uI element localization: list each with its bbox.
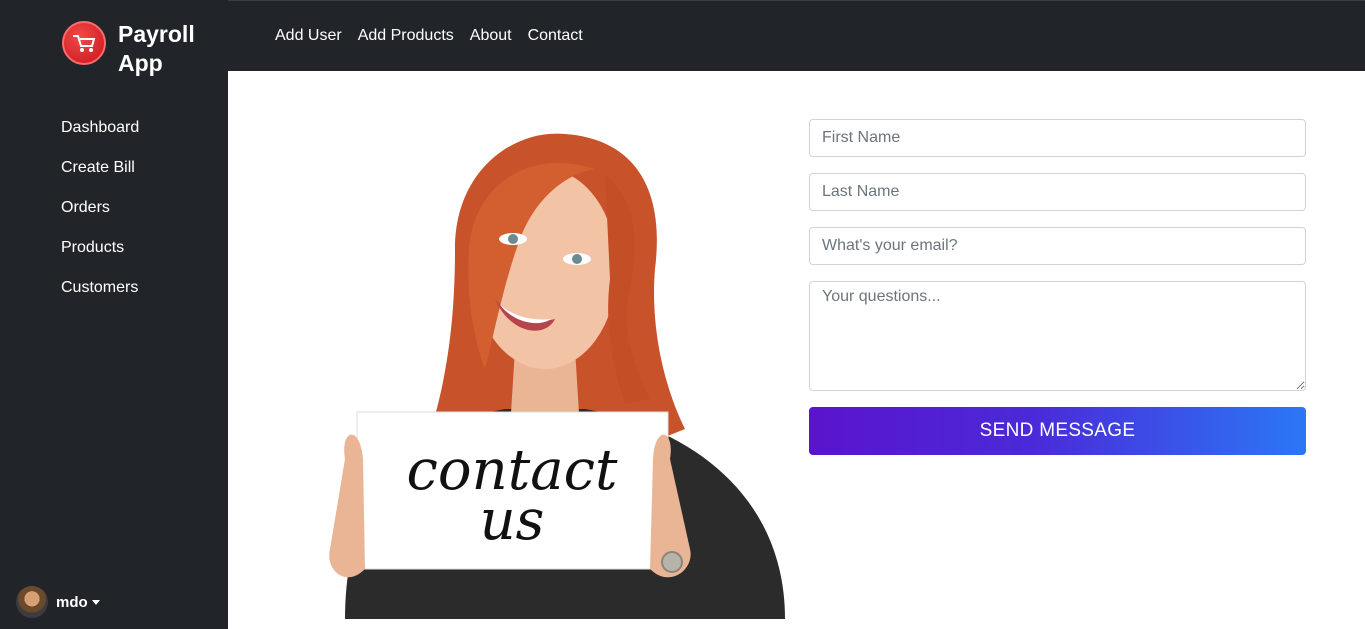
contact-form: SEND MESSAGE	[809, 119, 1306, 455]
sidebar-item-customers[interactable]: Customers	[61, 276, 139, 316]
sign-text-line2: us	[480, 488, 545, 553]
last-name-input[interactable]	[809, 173, 1306, 211]
questions-textarea[interactable]	[809, 281, 1306, 391]
brand-name: Payroll App	[118, 21, 195, 76]
cart-icon	[62, 21, 106, 65]
sidebar: Payroll App Dashboard Create Bill Orders…	[0, 0, 228, 629]
top-nav: Add User Add Products About Contact	[275, 27, 599, 45]
sidebar-item-orders[interactable]: Orders	[61, 196, 139, 236]
sidebar-item-dashboard[interactable]: Dashboard	[61, 116, 139, 156]
top-navbar: Add User Add Products About Contact	[228, 0, 1365, 71]
nav-link-about[interactable]: About	[470, 27, 512, 45]
contact-illustration: contact us	[305, 129, 785, 619]
main-content: contact us SEND MESSAGE	[228, 71, 1365, 629]
sidebar-item-create-bill[interactable]: Create Bill	[61, 156, 139, 196]
sidebar-nav: Dashboard Create Bill Orders Products Cu…	[61, 116, 139, 316]
nav-link-add-products[interactable]: Add Products	[358, 27, 454, 45]
email-input[interactable]	[809, 227, 1306, 265]
nav-link-contact[interactable]: Contact	[528, 27, 583, 45]
sidebar-item-products[interactable]: Products	[61, 236, 139, 276]
caret-down-icon	[91, 599, 100, 605]
first-name-input[interactable]	[809, 119, 1306, 157]
user-name: mdo	[56, 593, 88, 611]
avatar	[16, 586, 48, 618]
user-menu[interactable]: mdo	[16, 586, 100, 618]
brand[interactable]: Payroll App	[62, 20, 208, 78]
nav-link-add-user[interactable]: Add User	[275, 27, 342, 45]
send-message-button[interactable]: SEND MESSAGE	[809, 407, 1306, 455]
